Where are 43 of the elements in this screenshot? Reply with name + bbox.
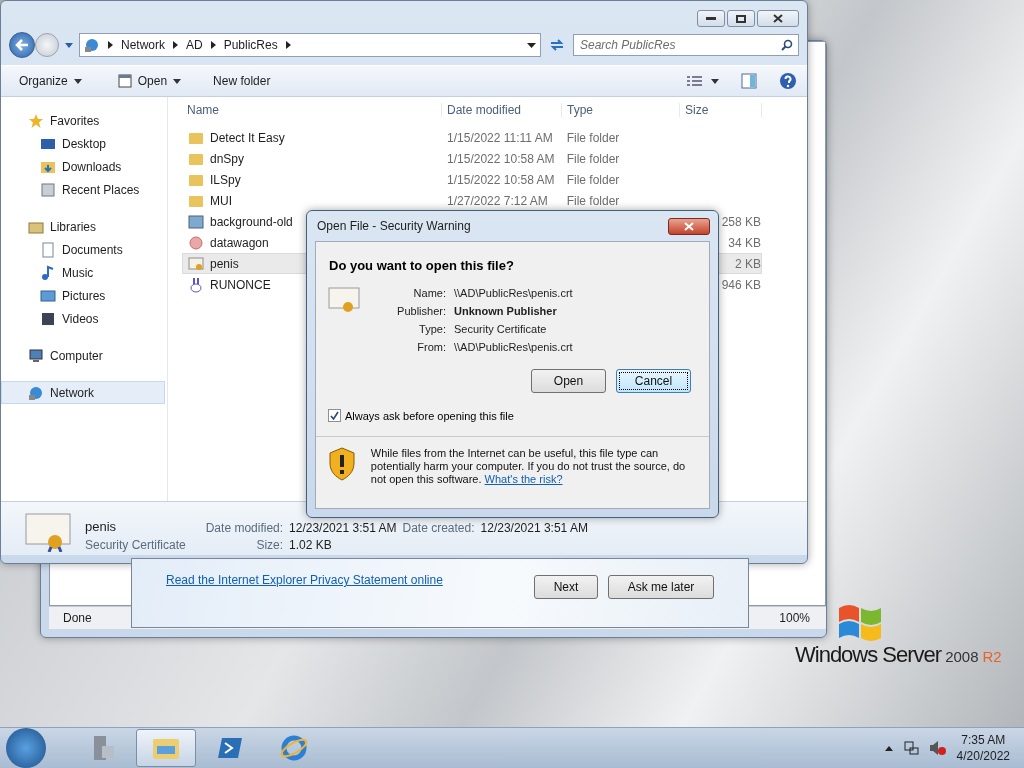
file-name: datawagon [210,235,269,250]
file-name: Detect It Easy [210,130,285,145]
file-type: Security Certificate [85,538,186,552]
file-name: penis [210,256,239,271]
detail-value: 1.02 KB [289,538,333,552]
date-modified: 1/27/2022 7:12 AM [447,193,548,208]
field-label: Type: [418,323,446,335]
file-name: ILSpy [210,172,241,187]
date-modified: 1/15/2022 10:58 AM [447,151,555,166]
logo-version: 2008 [945,648,979,665]
field-value: Unknown Publisher [454,305,558,317]
date-modified: 1/15/2022 10:58 AM [447,172,555,187]
file-size: 34 KB [728,235,761,250]
field-label: Publisher: [396,305,446,317]
file-name: background-old [210,214,293,229]
field-label: Name: [412,287,446,299]
dialog-title: Open File - Security Warning [317,219,471,233]
file-type: File folder [566,130,620,145]
file-size: 946 KB [721,277,761,292]
detail-label: Size: [255,538,284,552]
dialog-heading: Do you want to open this file? [328,257,515,273]
file-name: RUNONCE [210,277,271,292]
field-label: From: [416,341,446,353]
file-size: 2 KB [735,256,761,271]
file-name: dnSpy [210,151,245,166]
detail-label: Date created: [402,521,475,535]
field-value: \\AD\PublicRes\penis.crt [454,341,573,353]
date-modified: 1/15/2022 11:11 AM [447,130,553,145]
detail-value: 12/23/2021 3:51 AM [289,521,397,535]
status-text: Done [63,611,92,625]
field-value: \\AD\PublicRes\penis.crt [454,287,573,299]
detail-value: 12/23/2021 3:51 AM [480,521,588,535]
detail-label: Date modified: [205,521,284,535]
file-size: 258 KB [721,214,761,229]
logo-brand: Windows Server [795,642,942,668]
file-type: File folder [566,193,620,208]
warning-text: While files from the Internet can be useful, this file type can potentially harm your computer. If you do not trust the source, do not open this software. What's the risk? [370,447,687,486]
file-name: penis [85,519,118,534]
file-type: File folder [566,172,620,187]
logo-edition: R2 [982,648,1002,665]
field-value: Security Certificate [454,323,548,335]
file-name: MUI [210,193,232,208]
file-type: File folder [566,151,620,166]
